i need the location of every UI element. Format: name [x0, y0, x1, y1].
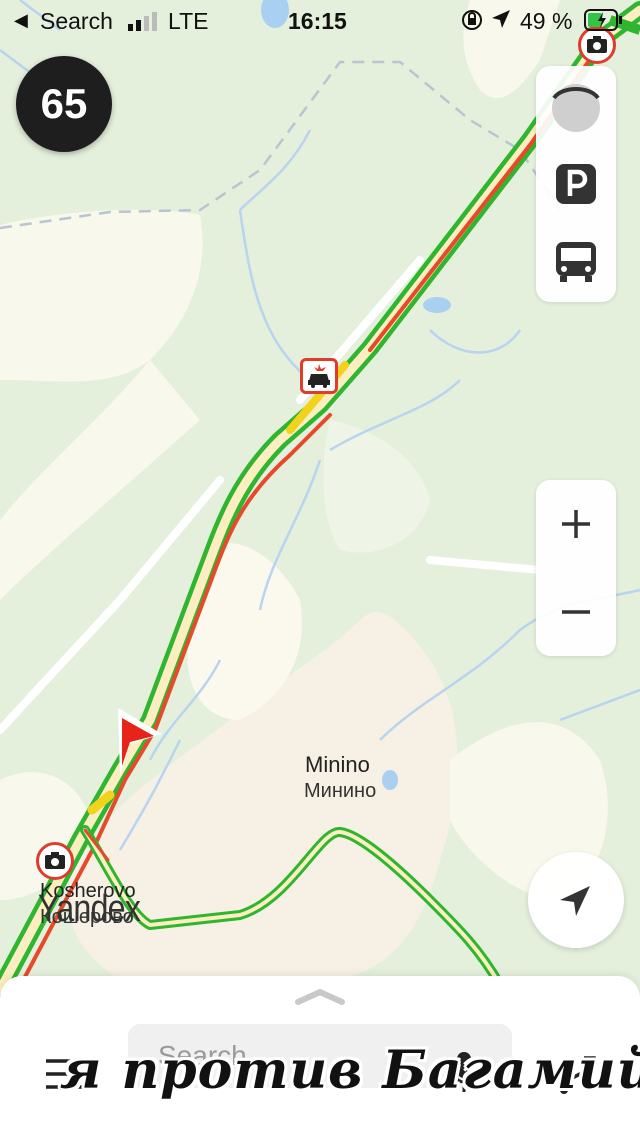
place-label-minino: Minino: [305, 752, 370, 777]
plus-icon: [562, 510, 590, 538]
back-arrow-icon[interactable]: ◀: [14, 10, 28, 31]
network-label: LTE: [168, 8, 209, 34]
accident-marker[interactable]: [300, 358, 338, 394]
nav-arrow-icon: [118, 708, 162, 776]
yandex-logo: Yandex: [38, 888, 141, 930]
signal-icon: [128, 10, 160, 37]
place-label-minino-cyrillic: Минино: [304, 780, 377, 802]
parking-icon: [556, 164, 596, 204]
location-icon: [490, 8, 512, 36]
car-crash-icon: [308, 364, 330, 388]
traffic-layer-button[interactable]: [546, 78, 606, 138]
zoom-in-button[interactable]: [536, 480, 616, 568]
minus-icon: [562, 610, 590, 614]
overlay-caption: я против Багамий: [60, 1040, 640, 1101]
chevron-up-icon[interactable]: [294, 986, 346, 1006]
navigation-arrow-icon: [560, 886, 590, 916]
layers-panel: [536, 66, 616, 302]
zoom-out-button[interactable]: [536, 568, 616, 656]
battery-icon: [584, 9, 624, 37]
battery-percent: 49 %: [520, 8, 573, 34]
back-label[interactable]: Search: [40, 8, 113, 35]
bus-icon: [556, 242, 596, 282]
lake: [423, 297, 451, 313]
rotation-lock-icon: [460, 8, 484, 38]
clock: 16:15: [288, 8, 347, 34]
camera-icon: [45, 852, 65, 869]
speed-camera-marker[interactable]: [36, 842, 74, 880]
transit-layer-button[interactable]: [546, 232, 606, 292]
status-bar: ◀ Search LTE 16:15 49 %: [0, 0, 640, 40]
speed-limit-badge: 65: [16, 56, 112, 152]
zoom-panel: [536, 480, 616, 656]
traffic-light-icon: [552, 84, 600, 132]
my-location-button[interactable]: [528, 852, 624, 948]
parking-layer-button[interactable]: [546, 154, 606, 214]
lake: [382, 770, 398, 790]
